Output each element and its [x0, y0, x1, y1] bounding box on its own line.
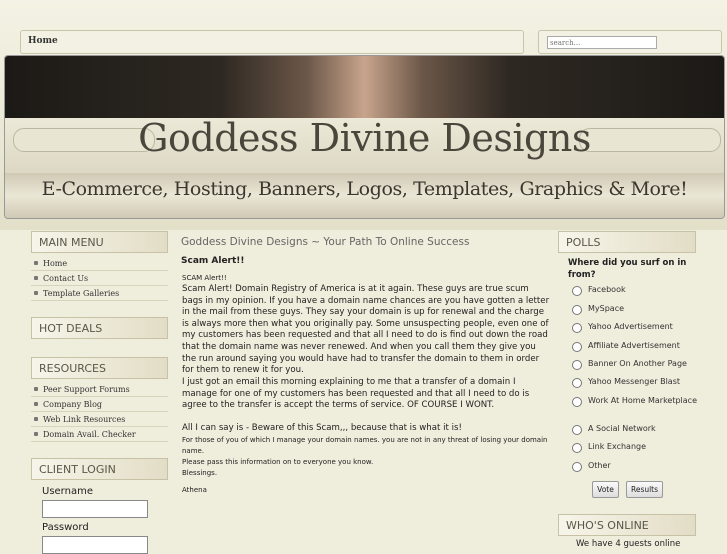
- main-menu-header: MAIN MENU: [31, 231, 168, 253]
- radio-button[interactable]: [572, 342, 582, 352]
- site-tagline: E-Commerce, Hosting, Banners, Logos, Tem…: [41, 178, 688, 200]
- resource-item-company-blog[interactable]: Company Blog: [31, 397, 168, 412]
- article-alert-label: SCAM Alert!!: [182, 274, 227, 282]
- radio-button[interactable]: [572, 443, 582, 453]
- radio-button[interactable]: [572, 425, 582, 435]
- resource-item-domain-checker[interactable]: Domain Avail. Checker: [31, 427, 168, 442]
- article-paragraph-6: Blessings.: [182, 469, 218, 477]
- article-title[interactable]: Scam Alert!!: [181, 256, 245, 266]
- menu-item-template-galleries[interactable]: Template Galleries: [31, 286, 168, 301]
- password-label: Password: [42, 522, 89, 533]
- menu-item-contact-us[interactable]: Contact Us: [31, 271, 168, 286]
- guests-online-text: We have 4 guests online: [576, 539, 681, 549]
- username-label: Username: [42, 486, 93, 497]
- header-banner: Goddess Divine Designs E-Commerce, Hosti…: [4, 55, 725, 219]
- radio-button[interactable]: [572, 323, 582, 333]
- client-login-header: CLIENT LOGIN: [31, 458, 168, 480]
- polls-header: POLLS: [558, 231, 696, 253]
- article-paragraph-4: For those of you of which I manage your …: [182, 436, 548, 456]
- radio-button[interactable]: [572, 378, 582, 388]
- resource-item-peer-support[interactable]: Peer Support Forums: [31, 382, 168, 397]
- hot-deals-header: HOT DEALS: [31, 317, 168, 339]
- article-paragraph-5: Please pass this information on to every…: [182, 458, 374, 466]
- resource-item-web-link[interactable]: Web Link Resources: [31, 412, 168, 427]
- site-title: Goddess Divine Designs: [138, 116, 591, 160]
- top-navigation: Home: [20, 30, 524, 54]
- resources-header: RESOURCES: [31, 357, 168, 379]
- article-signature: Athena: [182, 486, 207, 494]
- radio-button[interactable]: [572, 462, 582, 472]
- radio-button[interactable]: [572, 360, 582, 370]
- radio-button[interactable]: [572, 286, 582, 296]
- whos-online-header: WHO'S ONLINE: [558, 514, 696, 536]
- poll-question: Where did you surf on in from?: [568, 258, 687, 280]
- nav-home-link[interactable]: Home: [28, 36, 58, 46]
- banner-photo: [5, 56, 724, 118]
- radio-button[interactable]: [572, 397, 582, 407]
- results-button[interactable]: Results: [626, 481, 663, 498]
- menu-item-home[interactable]: Home: [31, 256, 168, 271]
- article-paragraph-3: All I can say is - Beware of this Scam,,…: [182, 423, 462, 433]
- username-field[interactable]: [42, 500, 148, 518]
- radio-button[interactable]: [572, 305, 582, 315]
- article-paragraph-2: I just got an email this morning explain…: [182, 377, 530, 411]
- article-paragraph-1: Scam Alert! Domain Registry of America i…: [182, 284, 550, 376]
- password-field[interactable]: [42, 536, 148, 554]
- search-box: [538, 30, 722, 54]
- search-input[interactable]: [547, 36, 657, 49]
- vote-button[interactable]: Vote: [592, 481, 619, 498]
- page-title: Goddess Divine Designs ~ Your Path To On…: [181, 236, 470, 248]
